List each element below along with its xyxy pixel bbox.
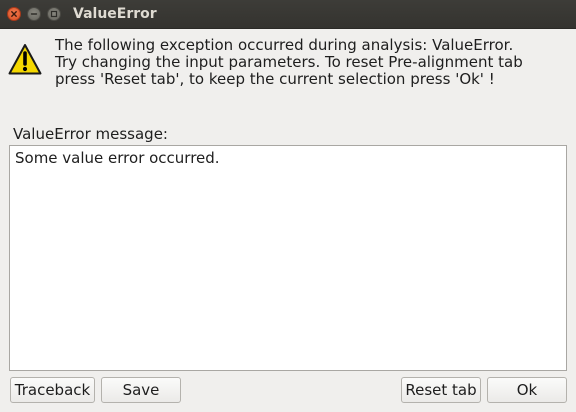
message-line: The following exception occurred during … [55, 36, 514, 54]
close-icon [11, 11, 17, 17]
reset-tab-button[interactable]: Reset tab [401, 377, 481, 403]
window-title: ValueError [73, 6, 157, 22]
message-line: press 'Reset tab', to keep the current s… [55, 70, 495, 88]
exception-message: The following exception occurred during … [55, 37, 565, 88]
error-dialog-window: ValueError The following exception occur… [0, 0, 576, 412]
message-line: Try changing the input parameters. To re… [55, 53, 523, 71]
warning-icon [8, 44, 42, 75]
title-bar[interactable]: ValueError [0, 0, 576, 29]
minimize-window-button[interactable] [27, 7, 41, 21]
maximize-window-button[interactable] [47, 7, 61, 21]
minimize-icon [30, 13, 38, 15]
ok-button[interactable]: Ok [487, 377, 567, 403]
error-details-text: Some value error occurred. [15, 149, 220, 167]
maximize-icon [50, 10, 58, 18]
error-details-textbox[interactable]: Some value error occurred. [9, 145, 567, 371]
traceback-button[interactable]: Traceback [10, 377, 95, 403]
save-button[interactable]: Save [101, 377, 181, 403]
close-window-button[interactable] [7, 7, 21, 21]
details-label: ValueError message: [13, 125, 168, 143]
